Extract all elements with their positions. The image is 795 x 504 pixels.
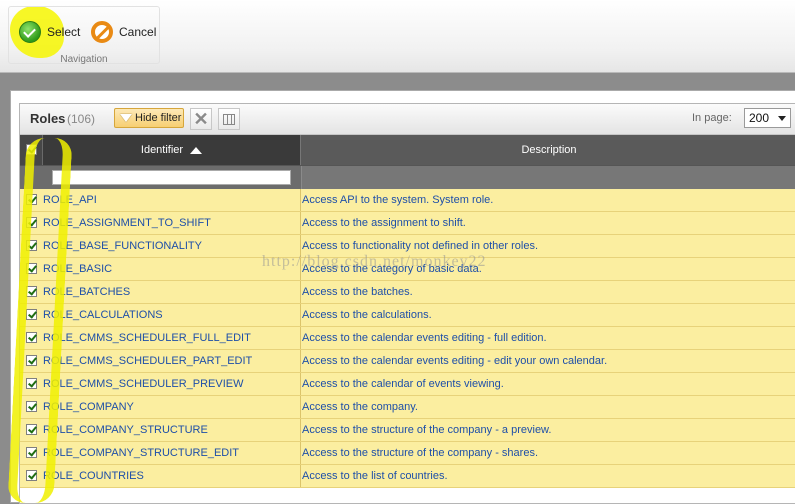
hide-filter-button[interactable]: Hide filter (114, 108, 184, 128)
column-settings-button[interactable] (218, 108, 240, 130)
description-header-label: Description (521, 144, 577, 156)
table-row[interactable]: ROLE_COMPANY_STRUCTURE_EDIT Access to the… (20, 442, 795, 465)
row-identifier[interactable]: ROLE_COMPANY_STRUCTURE_EDIT (43, 442, 301, 464)
in-page-value: 200 (749, 111, 770, 125)
row-description[interactable]: Access to the structure of the company -… (302, 442, 795, 464)
identifier-header-label: Identifier (140, 144, 184, 156)
row-description[interactable]: Access to the calendar of events viewing… (302, 373, 795, 395)
table-row[interactable]: ROLE_BASE_FUNCTIONALITY Access to functio… (20, 235, 795, 258)
column-header-row: Identifier Description (20, 135, 795, 165)
grid-record-count: (106) (67, 112, 96, 126)
table-row[interactable]: ROLE_BASIC Access to the category of basi… (20, 258, 795, 281)
clear-filter-button[interactable]: ✕ (190, 108, 212, 130)
row-identifier[interactable]: ROLE_CALCULATIONS (43, 304, 301, 326)
table-row[interactable]: ROLE_CALCULATIONS Access to the calculati… (20, 304, 795, 327)
table-row[interactable]: ROLE_COMPANY Access to the company. (20, 396, 795, 419)
hide-filter-label: Hide filter (135, 112, 182, 124)
row-description[interactable]: Access API to the system. System role. (302, 189, 795, 211)
table-row[interactable]: ROLE_BATCHES Access to the batches. (20, 281, 795, 304)
row-identifier[interactable]: ROLE_API (43, 189, 301, 211)
chevron-down-icon (778, 116, 786, 121)
top-toolbar: Select Cancel Navigation (0, 0, 795, 73)
row-description[interactable]: Access to the structure of the company -… (302, 419, 795, 441)
select-button[interactable]: Select (19, 19, 80, 45)
columns-icon (223, 113, 235, 125)
navigation-group: Select Cancel Navigation (8, 6, 160, 65)
row-identifier[interactable]: ROLE_BASIC (43, 258, 301, 280)
row-identifier[interactable]: ROLE_BASE_FUNCTIONALITY (43, 235, 301, 257)
table-row[interactable]: ROLE_API Access API to the system. System… (20, 189, 795, 212)
row-description[interactable]: Access to the calculations. (302, 304, 795, 326)
column-header-identifier[interactable]: Identifier (43, 135, 301, 165)
row-description[interactable]: Access to the calendar events editing - … (302, 327, 795, 349)
in-page-label: In page: (692, 112, 732, 124)
row-description[interactable]: Access to the calendar events editing - … (302, 350, 795, 372)
row-description[interactable]: Access to functionality not defined in o… (302, 235, 795, 257)
row-identifier[interactable]: ROLE_CMMS_SCHEDULER_PART_EDIT (43, 350, 301, 372)
row-identifier[interactable]: ROLE_COMPANY_STRUCTURE (43, 419, 301, 441)
navigation-caption: Navigation (60, 54, 108, 65)
x-icon: ✕ (193, 108, 209, 129)
row-description[interactable]: Access to the batches. (302, 281, 795, 303)
table-row[interactable]: ROLE_CMMS_SCHEDULER_PART_EDIT Access to t… (20, 350, 795, 373)
row-identifier[interactable]: ROLE_BATCHES (43, 281, 301, 303)
cancel-button[interactable]: Cancel (91, 19, 156, 45)
roles-panel: Roles (106) Hide filter ✕ In page: 200 I… (10, 90, 795, 504)
table-row[interactable]: ROLE_COMPANY_STRUCTURE Access to the stru… (20, 419, 795, 442)
table-row[interactable]: ROLE_CMMS_SCHEDULER_PREVIEW Access to the… (20, 373, 795, 396)
cancel-circle-icon (91, 21, 113, 43)
row-identifier[interactable]: ROLE_COUNTRIES (43, 465, 301, 487)
table-row[interactable]: ROLE_ASSIGNMENT_TO_SHIFT Access to the as… (20, 212, 795, 235)
table-row[interactable]: ROLE_CMMS_SCHEDULER_FULL_EDIT Access to t… (20, 327, 795, 350)
cancel-button-label: Cancel (119, 25, 157, 39)
filter-row (20, 165, 795, 189)
row-description[interactable]: Access to the assignment to shift. (302, 212, 795, 234)
row-description[interactable]: Access to the company. (302, 396, 795, 418)
grid-header-bar: Roles (106) Hide filter ✕ In page: 200 (20, 104, 795, 135)
funnel-icon (120, 114, 132, 122)
row-identifier[interactable]: ROLE_CMMS_SCHEDULER_FULL_EDIT (43, 327, 301, 349)
row-identifier[interactable]: ROLE_ASSIGNMENT_TO_SHIFT (43, 212, 301, 234)
select-button-label: Select (47, 25, 81, 39)
description-filter-cell (301, 166, 795, 189)
identifier-filter-input[interactable] (52, 170, 291, 185)
roles-grid: Roles (106) Hide filter ✕ In page: 200 I… (19, 103, 795, 504)
row-description[interactable]: Access to the category of basic data. (302, 258, 795, 280)
row-description[interactable]: Access to the list of countries. (302, 465, 795, 487)
grid-title: Roles (30, 111, 66, 126)
sort-ascending-icon (190, 146, 203, 154)
column-header-description[interactable]: Description (301, 135, 795, 165)
row-identifier[interactable]: ROLE_COMPANY (43, 396, 301, 418)
row-identifier[interactable]: ROLE_CMMS_SCHEDULER_PREVIEW (43, 373, 301, 395)
table-row[interactable]: ROLE_COUNTRIES Access to the list of coun… (20, 465, 795, 488)
in-page-select[interactable]: 200 (744, 108, 791, 128)
check-circle-icon (19, 21, 41, 43)
grid-body: ROLE_API Access API to the system. System… (20, 189, 795, 488)
